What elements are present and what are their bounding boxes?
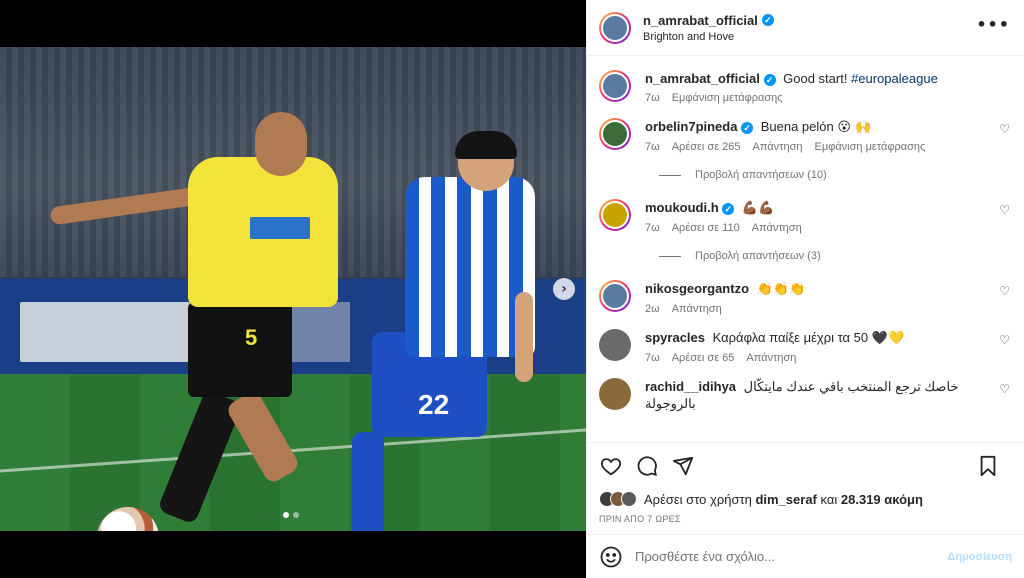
comment: rachid__idihya خاصك ترجع المنتخب باقي عن… [599, 378, 1012, 412]
view-replies-link[interactable]: Προβολή απαντήσεων (10) [659, 169, 1012, 181]
comment-emoji: 🖤💛 [871, 331, 905, 346]
comment-time: 7ω [645, 141, 660, 153]
author-username-text[interactable]: n_amrabat_official [643, 13, 758, 28]
caption-hashtag[interactable]: #europaleague [851, 71, 938, 86]
post-actions [587, 442, 1024, 488]
comment-avatar[interactable] [599, 280, 631, 312]
comment: orbelin7pineda ✓ Buena pelón 😮 🙌 7ω Αρέσ… [599, 118, 1012, 153]
liker-username[interactable]: dim_seraf [755, 492, 816, 507]
carousel-dots [283, 512, 299, 518]
shirt-sponsor [250, 217, 310, 239]
comment-username[interactable]: spyracles [645, 330, 705, 345]
carousel-next-button[interactable]: › [553, 278, 575, 300]
media-stage: 5 22 › [0, 0, 586, 578]
view-replies-text[interactable]: Προβολή απαντήσεων (10) [695, 169, 827, 181]
player-yellow-number: 5 [245, 325, 258, 350]
post-location[interactable]: Brighton and Hove [643, 31, 774, 43]
comment-emoji: 👏👏👏 [756, 282, 806, 297]
comment-likes-link[interactable]: Αρέσει σε 265 [672, 141, 741, 153]
comment-username[interactable]: rachid__idihya [645, 379, 736, 394]
comment-like-heart-icon[interactable]: ♡ [999, 284, 1010, 298]
comment-emoji: 💪🏾💪🏾 [741, 201, 775, 216]
replies-divider [659, 174, 681, 176]
player-blue-number: 22 [418, 389, 450, 420]
author-username[interactable]: n_amrabat_official ✓ [643, 13, 774, 28]
player-yellow-head [255, 112, 307, 176]
likes-count[interactable]: 28.319 ακόμη [841, 492, 923, 507]
comment-like-heart-icon[interactable]: ♡ [999, 122, 1010, 136]
caption-time: 7ω [645, 92, 660, 104]
comment: moukoudi.h ✓ 💪🏾💪🏾 7ω Αρέσει σε 110 Απάντ… [599, 199, 1012, 234]
post-photo[interactable]: 5 22 [0, 47, 586, 531]
comment-emoji: 😮 🙌 [837, 120, 872, 135]
comment-reply-link[interactable]: Απάντηση [752, 222, 802, 234]
player-blue-arm [515, 292, 533, 382]
post-panel: n_amrabat_official ✓ Brighton and Hove •… [586, 0, 1024, 578]
comment-username[interactable]: nikosgeorgantzo [645, 281, 749, 296]
comment-input[interactable] [635, 549, 948, 564]
add-comment-bar: Δημοσίευση [587, 534, 1024, 578]
carousel-dot-active [283, 512, 289, 518]
like-heart-icon[interactable] [599, 454, 623, 478]
advertising-panel [20, 302, 190, 362]
carousel-dot [293, 512, 299, 518]
more-options-icon[interactable]: ••• [976, 15, 1010, 34]
comment-time: 7ω [645, 222, 660, 234]
comment: nikosgeorgantzo 👏👏👏 2ω Απάντηση ♡ [599, 280, 1012, 315]
share-paper-plane-icon[interactable] [671, 454, 695, 478]
comment-reply-link[interactable]: Απάντηση [746, 352, 796, 364]
comment-avatar[interactable] [599, 199, 631, 231]
comment-like-heart-icon[interactable]: ♡ [999, 333, 1010, 347]
comment-avatar[interactable] [599, 329, 631, 361]
comment-text: Buena pelón [760, 119, 834, 134]
comment-time: 7ω [645, 352, 660, 364]
likes-prefix: Αρέσει στο χρήστη [644, 491, 752, 507]
player-yellow-shorts [188, 302, 292, 397]
liker-avatar [621, 491, 637, 507]
chevron-right-icon: › [561, 281, 567, 297]
caption-username[interactable]: n_amrabat_official ✓ [645, 71, 776, 86]
verified-badge-icon: ✓ [722, 203, 735, 215]
comment-text: Καράφλα παίξε μέχρι τα 50 [712, 330, 869, 345]
comment-avatar[interactable] [599, 118, 631, 150]
comment-username[interactable]: orbelin7pineda ✓ [645, 119, 754, 134]
player-blue-leg [352, 432, 384, 531]
post-header: n_amrabat_official ✓ Brighton and Hove •… [587, 0, 1024, 56]
comment-reply-link[interactable]: Απάντηση [753, 141, 803, 153]
view-replies-text[interactable]: Προβολή απαντήσεων (3) [695, 250, 821, 262]
caption-avatar[interactable] [599, 70, 631, 102]
replies-divider [659, 255, 681, 257]
comment-time: 2ω [645, 303, 660, 315]
verified-badge-icon: ✓ [741, 122, 754, 134]
comment-likes-link[interactable]: Αρέσει σε 65 [672, 352, 735, 364]
post-comment-button[interactable]: Δημοσίευση [947, 551, 1012, 563]
likes-joiner: και [820, 491, 838, 507]
verified-badge-icon: ✓ [761, 14, 774, 26]
caption: n_amrabat_official ✓ Good start! #europa… [599, 70, 1012, 104]
bookmark-icon[interactable] [976, 454, 1000, 478]
post-time-ago[interactable]: ΠΡΙΝ ΑΠΟ 7 ΩΡΕΣ [587, 510, 1024, 524]
emoji-picker-icon[interactable] [599, 545, 623, 569]
verified-badge-icon: ✓ [763, 74, 776, 86]
likes-summary: Αρέσει στο χρήστη dim_seraf και 28.319 α… [587, 488, 1024, 510]
view-replies-link[interactable]: Προβολή απαντήσεων (3) [659, 250, 1012, 262]
comment-username[interactable]: moukoudi.h ✓ [645, 200, 735, 215]
comment: spyracles Καράφλα παίξε μέχρι τα 50 🖤💛 7… [599, 329, 1012, 364]
caption-text: Good start! [783, 71, 848, 86]
comment-translate-link[interactable]: Εμφάνιση μετάφρασης [815, 141, 926, 153]
comment-likes-link[interactable]: Αρέσει σε 110 [672, 222, 740, 234]
comment-reply-link[interactable]: Απάντηση [672, 303, 722, 315]
author-avatar[interactable] [599, 11, 631, 44]
comment-like-heart-icon[interactable]: ♡ [999, 203, 1010, 217]
comment-bubble-icon[interactable] [635, 454, 659, 478]
player-blue-hair [455, 131, 517, 159]
caption-translate-link[interactable]: Εμφάνιση μετάφρασης [672, 92, 783, 104]
comment-like-heart-icon[interactable]: ♡ [999, 382, 1010, 396]
comments-list[interactable]: n_amrabat_official ✓ Good start! #europa… [587, 56, 1024, 442]
comment-avatar[interactable] [599, 378, 631, 410]
